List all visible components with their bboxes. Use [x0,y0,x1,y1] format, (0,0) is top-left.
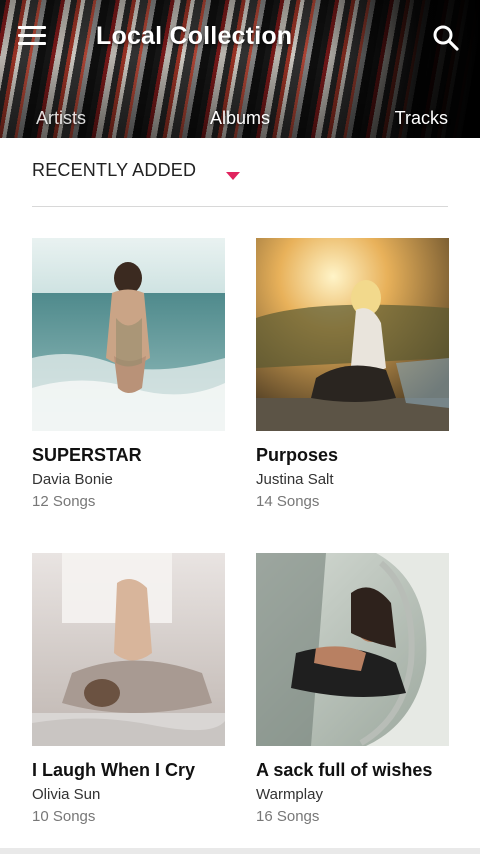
album-artist: Davia Bonie [32,471,113,488]
album-title: SUPERSTAR [32,445,142,465]
album-title: A sack full of wishes [256,760,433,780]
page-title: Local Collection [96,22,293,50]
sort-label: RECENTLY ADDED [32,160,197,180]
album-song-count: 10 Songs [32,808,96,825]
sort-dropdown[interactable]: RECENTLY ADDED [32,160,448,190]
album-title: Purposes [256,445,339,465]
tab-albums[interactable]: Albums [210,108,270,129]
divider [32,206,448,207]
search-icon[interactable] [432,24,460,52]
tab-bar: Artists Albums Tracks [0,100,480,138]
album-artist: Justina Salt [256,471,334,488]
tab-tracks[interactable]: Tracks [395,108,448,129]
header-banner: Local Collection Artists Albums Tracks [0,0,480,138]
album-card[interactable]: I Laugh When I Cry Olivia Sun 10 Songs [32,553,225,825]
album-artist: Warmplay [256,786,323,803]
album-artist: Olivia Sun [32,786,101,803]
album-cover [32,553,225,746]
album-song-count: 12 Songs [32,493,96,510]
album-card[interactable]: SUPERSTAR Davia Bonie 12 Songs [32,238,225,510]
album-card[interactable]: A sack full of wishes Warmplay 16 Songs [256,553,449,825]
album-cover [32,238,225,431]
menu-icon[interactable] [18,26,46,48]
tab-artists[interactable]: Artists [36,108,86,129]
album-song-count: 14 Songs [256,493,320,510]
album-cover [256,238,449,431]
dropdown-caret-icon [226,167,240,185]
bottom-edge [0,848,480,854]
album-cover [256,553,449,746]
album-card[interactable]: Purposes Justina Salt 14 Songs [256,238,449,510]
album-song-count: 16 Songs [256,808,320,825]
album-title: I Laugh When I Cry [32,760,196,780]
